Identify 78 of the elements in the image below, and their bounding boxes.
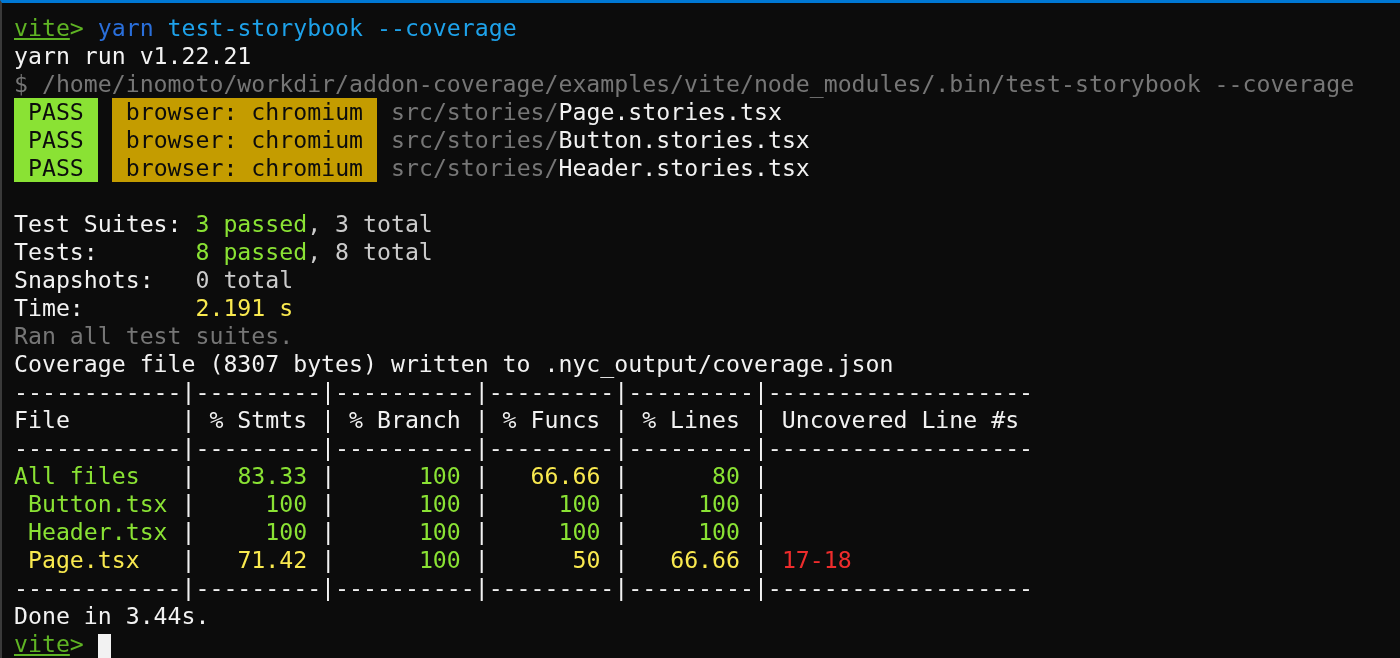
command-text: yarn (96, 14, 154, 42)
output-text: | (320, 546, 337, 574)
output-text: 8 passed (195, 238, 308, 266)
prompt-sign: > (69, 14, 84, 42)
output-text: | (752, 546, 769, 574)
output-text: 66.66 (670, 546, 740, 574)
output-text: 80 (712, 462, 740, 490)
browser-badge: browser: chromium (111, 126, 377, 154)
output-text: | (320, 490, 337, 518)
output-text: Page.tsx (26, 546, 140, 574)
output-text: 2.191 s (195, 294, 294, 322)
status-badge: PASS (14, 126, 98, 154)
output-text: | (180, 490, 197, 518)
output-text: $ /home/inomoto/workdir/addon-coverage/examples/vite/node_modules/.bin/test-storybook --coverage (14, 70, 1355, 98)
output-text: src/stories/ (391, 154, 559, 182)
output-text: Done in 3.44s. (14, 602, 210, 630)
output-text: | (180, 546, 197, 574)
output-text: | (473, 490, 490, 518)
output-text: Button.tsx (26, 490, 168, 518)
browser-badge: browser: chromium (111, 98, 377, 126)
output-text: | (320, 462, 337, 490)
browser-badge: browser: chromium (111, 154, 377, 182)
output-text: 100 (698, 518, 740, 546)
output-text: Test Suites: (14, 210, 183, 238)
output-text: , 3 total (307, 210, 433, 238)
output-text: ------------|---------|----------|---------|---------|------------------- (14, 378, 1034, 406)
status-badge: PASS (14, 154, 98, 182)
output-text: 100 (418, 462, 461, 490)
output-text: 66.66 (530, 462, 601, 490)
output-text: | (180, 518, 197, 546)
output-text: Ran all test suites. (14, 322, 294, 350)
output-text: | (613, 462, 630, 490)
output-text: | (613, 490, 630, 518)
output-text: 100 (558, 518, 601, 546)
output-text: Coverage file (8307 bytes) written to .nyc_output/coverage.json (14, 350, 894, 378)
output-text: src/stories/ (391, 126, 559, 154)
output-text: 100 (418, 490, 461, 518)
output-text: Tests: (14, 238, 99, 266)
output-text: | (320, 518, 337, 546)
output-text: 83.33 (237, 462, 308, 490)
output-text: Time: (14, 294, 85, 322)
output-text: yarn run v1.22.21 (14, 42, 252, 70)
prompt-text: vite (14, 630, 70, 658)
output-text: | (473, 462, 490, 490)
output-text: All files (14, 462, 140, 490)
output-text: Snapshots: (14, 266, 155, 294)
output-text: 50 (572, 546, 601, 574)
output-text: 100 (265, 490, 308, 518)
command-text: test-storybook --coverage (166, 14, 517, 42)
output-text: 17-18 (781, 546, 852, 574)
output-text: | (473, 518, 490, 546)
output-text: Button.stories.tsx (558, 126, 810, 154)
output-text: | (473, 546, 490, 574)
output-text: Header.tsx (26, 518, 168, 546)
status-badge: PASS (14, 98, 98, 126)
output-text: | (752, 518, 768, 546)
output-text: | (752, 462, 768, 490)
output-text: src/stories/ (391, 98, 559, 126)
output-text: 3 passed (195, 210, 308, 238)
output-text: 100 (698, 490, 740, 518)
output-text: 100 (558, 490, 601, 518)
output-text: | (613, 546, 630, 574)
output-text: File | % Stmts | % Branch | % Funcs | % Lines | Uncovered Line #s (14, 406, 1020, 434)
output-text: | (613, 518, 630, 546)
output-text: ------------|---------|----------|---------|---------|------------------- (14, 434, 1034, 462)
output-text: 100 (265, 518, 308, 546)
output-text: 100 (418, 518, 461, 546)
output-text: | (752, 490, 768, 518)
prompt-sign: > (69, 630, 84, 658)
output-text: 100 (418, 546, 461, 574)
output-text: , 8 total (307, 238, 433, 266)
output-text: 0 total (195, 266, 294, 294)
output-text: ------------|---------|----------|---------|---------|------------------- (14, 574, 1034, 602)
output-text: | (180, 462, 197, 490)
output-text: Page.stories.tsx (558, 98, 782, 126)
output-text: Header.stories.tsx (558, 154, 810, 182)
output-text: 71.42 (237, 546, 308, 574)
prompt-text: vite (14, 14, 70, 42)
